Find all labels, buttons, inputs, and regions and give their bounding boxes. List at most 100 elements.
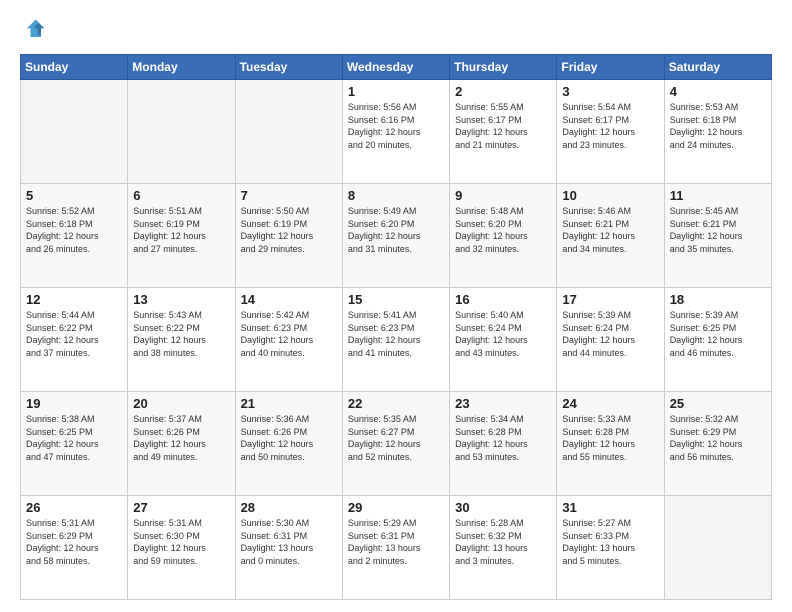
day-info: Sunrise: 5:45 AM Sunset: 6:21 PM Dayligh…	[670, 205, 766, 255]
calendar-cell: 14 Sunrise: 5:42 AM Sunset: 6:23 PM Dayli…	[235, 288, 342, 392]
day-info: Sunrise: 5:40 AM Sunset: 6:24 PM Dayligh…	[455, 309, 551, 359]
weekday-header-wednesday: Wednesday	[342, 55, 449, 80]
day-number: 15	[348, 292, 444, 307]
weekday-header-thursday: Thursday	[450, 55, 557, 80]
day-number: 7	[241, 188, 337, 203]
day-info: Sunrise: 5:46 AM Sunset: 6:21 PM Dayligh…	[562, 205, 658, 255]
day-number: 16	[455, 292, 551, 307]
calendar-cell: 16 Sunrise: 5:40 AM Sunset: 6:24 PM Dayli…	[450, 288, 557, 392]
day-number: 6	[133, 188, 229, 203]
calendar-cell: 4Sunrise: 5:53 AM Sunset: 6:18 PM Daylig…	[664, 80, 771, 184]
calendar-table: SundayMondayTuesdayWednesdayThursdayFrid…	[20, 54, 772, 600]
day-info: Sunrise: 5:38 AM Sunset: 6:25 PM Dayligh…	[26, 413, 122, 463]
day-info: Sunrise: 5:41 AM Sunset: 6:23 PM Dayligh…	[348, 309, 444, 359]
day-info: Sunrise: 5:48 AM Sunset: 6:20 PM Dayligh…	[455, 205, 551, 255]
calendar-cell: 24Sunrise: 5:33 AM Sunset: 6:28 PM Dayli…	[557, 392, 664, 496]
header	[20, 16, 772, 44]
day-info: Sunrise: 5:50 AM Sunset: 6:19 PM Dayligh…	[241, 205, 337, 255]
day-number: 1	[348, 84, 444, 99]
day-number: 30	[455, 500, 551, 515]
day-number: 20	[133, 396, 229, 411]
calendar-cell: 25 Sunrise: 5:32 AM Sunset: 6:29 PM Dayli…	[664, 392, 771, 496]
day-number: 3	[562, 84, 658, 99]
day-number: 25	[670, 396, 766, 411]
day-info: Sunrise: 5:53 AM Sunset: 6:18 PM Dayligh…	[670, 101, 766, 151]
day-info: Sunrise: 5:31 AM Sunset: 6:30 PM Dayligh…	[133, 517, 229, 567]
day-number: 13	[133, 292, 229, 307]
calendar-cell: 18 Sunrise: 5:39 AM Sunset: 6:25 PM Dayli…	[664, 288, 771, 392]
day-number: 8	[348, 188, 444, 203]
calendar-cell: 8 Sunrise: 5:49 AM Sunset: 6:20 PM Daylig…	[342, 184, 449, 288]
calendar-cell: 26 Sunrise: 5:31 AM Sunset: 6:29 PM Dayli…	[21, 496, 128, 600]
weekday-header-saturday: Saturday	[664, 55, 771, 80]
calendar-cell: 5 Sunrise: 5:52 AM Sunset: 6:18 PM Daylig…	[21, 184, 128, 288]
calendar-cell: 10 Sunrise: 5:46 AM Sunset: 6:21 PM Dayli…	[557, 184, 664, 288]
week-row-1: 1 Sunrise: 5:56 AM Sunset: 6:16 PM Daylig…	[21, 80, 772, 184]
day-info: Sunrise: 5:44 AM Sunset: 6:22 PM Dayligh…	[26, 309, 122, 359]
weekday-header-sunday: Sunday	[21, 55, 128, 80]
day-info: Sunrise: 5:30 AM Sunset: 6:31 PM Dayligh…	[241, 517, 337, 567]
weekday-header-tuesday: Tuesday	[235, 55, 342, 80]
day-number: 18	[670, 292, 766, 307]
day-number: 9	[455, 188, 551, 203]
logo-icon	[20, 16, 48, 44]
calendar-cell: 27 Sunrise: 5:31 AM Sunset: 6:30 PM Dayli…	[128, 496, 235, 600]
day-info: Sunrise: 5:51 AM Sunset: 6:19 PM Dayligh…	[133, 205, 229, 255]
calendar-cell: 31Sunrise: 5:27 AM Sunset: 6:33 PM Dayli…	[557, 496, 664, 600]
day-info: Sunrise: 5:39 AM Sunset: 6:25 PM Dayligh…	[670, 309, 766, 359]
day-number: 21	[241, 396, 337, 411]
calendar-cell: 19Sunrise: 5:38 AM Sunset: 6:25 PM Dayli…	[21, 392, 128, 496]
calendar-cell: 29Sunrise: 5:29 AM Sunset: 6:31 PM Dayli…	[342, 496, 449, 600]
calendar-cell: 21 Sunrise: 5:36 AM Sunset: 6:26 PM Dayli…	[235, 392, 342, 496]
day-info: Sunrise: 5:36 AM Sunset: 6:26 PM Dayligh…	[241, 413, 337, 463]
day-info: Sunrise: 5:49 AM Sunset: 6:20 PM Dayligh…	[348, 205, 444, 255]
day-info: Sunrise: 5:33 AM Sunset: 6:28 PM Dayligh…	[562, 413, 658, 463]
calendar-cell	[664, 496, 771, 600]
day-info: Sunrise: 5:54 AM Sunset: 6:17 PM Dayligh…	[562, 101, 658, 151]
day-info: Sunrise: 5:28 AM Sunset: 6:32 PM Dayligh…	[455, 517, 551, 567]
page: SundayMondayTuesdayWednesdayThursdayFrid…	[0, 0, 792, 612]
weekday-header-monday: Monday	[128, 55, 235, 80]
calendar-cell: 3 Sunrise: 5:54 AM Sunset: 6:17 PM Daylig…	[557, 80, 664, 184]
day-info: Sunrise: 5:27 AM Sunset: 6:33 PM Dayligh…	[562, 517, 658, 567]
day-info: Sunrise: 5:39 AM Sunset: 6:24 PM Dayligh…	[562, 309, 658, 359]
day-info: Sunrise: 5:52 AM Sunset: 6:18 PM Dayligh…	[26, 205, 122, 255]
calendar-cell	[128, 80, 235, 184]
week-row-2: 5 Sunrise: 5:52 AM Sunset: 6:18 PM Daylig…	[21, 184, 772, 288]
day-info: Sunrise: 5:56 AM Sunset: 6:16 PM Dayligh…	[348, 101, 444, 151]
day-info: Sunrise: 5:42 AM Sunset: 6:23 PM Dayligh…	[241, 309, 337, 359]
day-info: Sunrise: 5:31 AM Sunset: 6:29 PM Dayligh…	[26, 517, 122, 567]
day-number: 26	[26, 500, 122, 515]
calendar-body: 1 Sunrise: 5:56 AM Sunset: 6:16 PM Daylig…	[21, 80, 772, 600]
calendar-cell: 7 Sunrise: 5:50 AM Sunset: 6:19 PM Daylig…	[235, 184, 342, 288]
day-info: Sunrise: 5:35 AM Sunset: 6:27 PM Dayligh…	[348, 413, 444, 463]
day-number: 28	[241, 500, 337, 515]
day-number: 22	[348, 396, 444, 411]
calendar-cell: 23Sunrise: 5:34 AM Sunset: 6:28 PM Dayli…	[450, 392, 557, 496]
calendar-cell: 11Sunrise: 5:45 AM Sunset: 6:21 PM Dayli…	[664, 184, 771, 288]
day-number: 27	[133, 500, 229, 515]
calendar-cell: 28 Sunrise: 5:30 AM Sunset: 6:31 PM Dayli…	[235, 496, 342, 600]
day-number: 5	[26, 188, 122, 203]
day-number: 10	[562, 188, 658, 203]
calendar-cell: 15 Sunrise: 5:41 AM Sunset: 6:23 PM Dayli…	[342, 288, 449, 392]
calendar-cell: 17 Sunrise: 5:39 AM Sunset: 6:24 PM Dayli…	[557, 288, 664, 392]
calendar-cell: 1 Sunrise: 5:56 AM Sunset: 6:16 PM Daylig…	[342, 80, 449, 184]
day-info: Sunrise: 5:32 AM Sunset: 6:29 PM Dayligh…	[670, 413, 766, 463]
week-row-3: 12Sunrise: 5:44 AM Sunset: 6:22 PM Dayli…	[21, 288, 772, 392]
day-info: Sunrise: 5:43 AM Sunset: 6:22 PM Dayligh…	[133, 309, 229, 359]
day-number: 17	[562, 292, 658, 307]
calendar-cell: 12Sunrise: 5:44 AM Sunset: 6:22 PM Dayli…	[21, 288, 128, 392]
week-row-4: 19Sunrise: 5:38 AM Sunset: 6:25 PM Dayli…	[21, 392, 772, 496]
calendar-cell: 6 Sunrise: 5:51 AM Sunset: 6:19 PM Daylig…	[128, 184, 235, 288]
day-number: 2	[455, 84, 551, 99]
logo	[20, 16, 52, 44]
calendar-cell: 22 Sunrise: 5:35 AM Sunset: 6:27 PM Dayli…	[342, 392, 449, 496]
weekday-header-friday: Friday	[557, 55, 664, 80]
day-info: Sunrise: 5:55 AM Sunset: 6:17 PM Dayligh…	[455, 101, 551, 151]
day-number: 14	[241, 292, 337, 307]
day-info: Sunrise: 5:34 AM Sunset: 6:28 PM Dayligh…	[455, 413, 551, 463]
day-info: Sunrise: 5:37 AM Sunset: 6:26 PM Dayligh…	[133, 413, 229, 463]
calendar-cell: 9 Sunrise: 5:48 AM Sunset: 6:20 PM Daylig…	[450, 184, 557, 288]
calendar-cell: 13 Sunrise: 5:43 AM Sunset: 6:22 PM Dayli…	[128, 288, 235, 392]
